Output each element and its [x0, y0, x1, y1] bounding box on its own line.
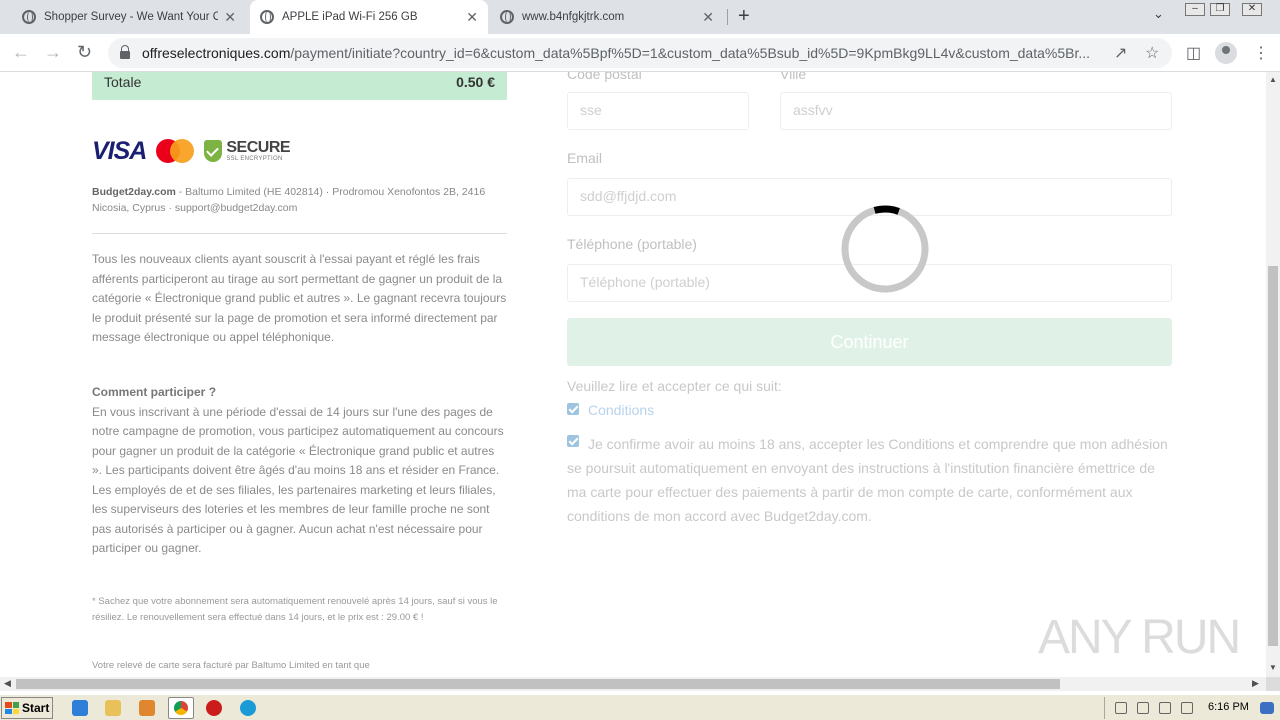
scroll-left-arrow-icon[interactable]: ◀ [4, 678, 11, 689]
loading-spinner-icon [841, 205, 929, 293]
globe-icon [260, 10, 274, 24]
conditions-link[interactable]: Conditions [588, 402, 654, 418]
visa-logo: VISA [92, 136, 147, 165]
renewal-note: * Sachez que votre abonnement sera autom… [92, 596, 498, 623]
network-icon[interactable] [1159, 702, 1171, 714]
scroll-right-arrow-icon[interactable]: ▶ [1252, 678, 1259, 689]
ssl-encryption-label: SSL ENCRYPTION [226, 156, 283, 162]
browser-toolbar: ← → ↻ offreselectroniques.com /payment/i… [0, 34, 1280, 72]
email-label: Email [567, 150, 603, 166]
globe-icon [500, 10, 514, 24]
close-tab-icon[interactable]: ✕ [224, 9, 236, 26]
total-label: Totale [104, 74, 142, 90]
tab-strip: Shopper Survey - We Want Your Op ✕ APPLE… [0, 0, 1280, 34]
page-content: Totale 0.50 € VISA SECURE SSL ENCRYPTION… [0, 72, 1266, 677]
tray-arrow-icon[interactable] [1115, 702, 1127, 714]
tab-apple-ipad[interactable]: APPLE iPad Wi-Fi 256 GB ✕ [250, 0, 488, 34]
vertical-scroll-thumb[interactable] [1268, 266, 1278, 646]
tab-search-chevron-icon[interactable]: ⌄ [1153, 6, 1164, 22]
how-to-participate-heading: Comment participer ? [92, 385, 217, 399]
watermark-text: ANY RUN [1038, 611, 1241, 664]
start-label: Start [22, 701, 50, 715]
media-player-icon[interactable] [139, 700, 155, 716]
payment-logos: VISA SECURE SSL ENCRYPTION [92, 136, 291, 166]
new-tab-button[interactable]: + [738, 5, 750, 28]
close-tab-icon[interactable]: ✕ [466, 9, 478, 26]
lock-icon[interactable] [120, 45, 130, 59]
side-panel-icon[interactable]: ◫ [1186, 43, 1201, 63]
phone-label: Téléphone (portable) [567, 236, 697, 252]
url-host: offreselectroniques.com [142, 45, 291, 61]
vertical-scrollbar[interactable]: ▲ ▼ [1266, 72, 1280, 677]
action-center-flag-icon[interactable] [1181, 702, 1193, 714]
scroll-up-arrow-icon[interactable]: ▲ [1269, 75, 1277, 84]
accept-instructions: Veuillez lire et accepter ce qui suit: [567, 378, 782, 394]
company-info: Budget2day.com - Baltumo Limited (HE 402… [92, 184, 492, 216]
age-confirm-text: Je confirme avoir au moins 18 ans, accep… [567, 436, 1168, 524]
globe-icon [22, 10, 36, 24]
divider [92, 233, 507, 234]
tab-title: www.b4nfgkjtrk.com [522, 11, 625, 23]
order-total-bar: Totale 0.50 € [92, 72, 507, 100]
total-value: 0.50 € [456, 74, 495, 90]
how-to-participate-section: Comment participer ? En vous inscrivant … [92, 383, 507, 559]
system-tray [1104, 697, 1280, 719]
volume-icon[interactable] [1137, 702, 1149, 714]
secure-label: SECURE [226, 139, 291, 156]
close-window-button[interactable]: ✕ [1242, 3, 1262, 16]
windows-logo-icon [5, 702, 19, 714]
url-path: /payment/initiate?country_id=6&custom_da… [290, 45, 1091, 61]
share-icon[interactable]: ↗ [1114, 43, 1127, 63]
company-name: Budget2day.com [92, 186, 176, 198]
folder-icon[interactable] [105, 700, 121, 716]
continue-button[interactable]: Continuer [567, 318, 1172, 366]
lottery-info-paragraph: Tous les nouveaux clients ayant souscrit… [92, 252, 507, 344]
city-input[interactable]: assfvv [780, 92, 1172, 130]
horizontal-scroll-thumb[interactable] [16, 679, 1060, 689]
postal-code-input[interactable]: sse [567, 92, 749, 130]
scroll-down-arrow-icon[interactable]: ▼ [1269, 663, 1277, 672]
address-bar[interactable]: offreselectroniques.com /payment/initiat… [108, 38, 1172, 68]
how-to-participate-text: En vous inscrivant à une période d'essai… [92, 404, 504, 556]
tab-title: APPLE iPad Wi-Fi 256 GB [282, 11, 418, 23]
opera-icon[interactable] [206, 700, 222, 716]
restore-button[interactable]: ❐ [1210, 3, 1230, 16]
start-button[interactable]: Start [1, 697, 53, 719]
horizontal-scrollbar[interactable]: ◀ ▶ [0, 677, 1266, 691]
conditions-checkbox[interactable] [567, 403, 579, 415]
internet-explorer-icon[interactable] [72, 700, 88, 716]
profile-avatar[interactable] [1215, 42, 1237, 64]
postal-code-label: Code postal [567, 72, 642, 82]
reload-icon[interactable]: ↻ [77, 42, 92, 63]
city-label: Ville [780, 72, 807, 82]
clock: 6:16 PM [1208, 701, 1249, 713]
tab-separator [727, 9, 728, 25]
more-menu-icon[interactable]: ⋮ [1253, 43, 1269, 63]
billing-note: Votre relevé de carte sera facturé par B… [92, 660, 370, 671]
scrollbar-corner [1266, 677, 1280, 691]
close-tab-icon[interactable]: ✕ [702, 9, 714, 26]
edge-icon[interactable] [240, 700, 256, 716]
show-desktop-icon[interactable] [1260, 702, 1274, 714]
chrome-taskbar-button[interactable] [168, 697, 194, 719]
tab-shopper-survey[interactable]: Shopper Survey - We Want Your Op ✕ [12, 0, 246, 34]
anyrun-watermark: ANY RUN [1038, 610, 1241, 665]
tab-title: Shopper Survey - We Want Your Op [44, 11, 219, 23]
minimize-button[interactable]: – [1185, 3, 1205, 16]
bookmark-star-icon[interactable]: ☆ [1145, 43, 1159, 63]
chrome-icon [174, 701, 188, 715]
mastercard-logo [156, 138, 196, 164]
back-arrow-icon[interactable]: ← [12, 42, 30, 63]
shield-check-icon [204, 140, 223, 162]
forward-arrow-icon[interactable]: → [44, 42, 62, 63]
ssl-secure-badge: SECURE SSL ENCRYPTION [204, 139, 291, 162]
windows-taskbar: Start 6:16 PM [0, 694, 1280, 720]
tab-b4nfgkjtrk[interactable]: www.b4nfgkjtrk.com ✕ [490, 0, 724, 34]
